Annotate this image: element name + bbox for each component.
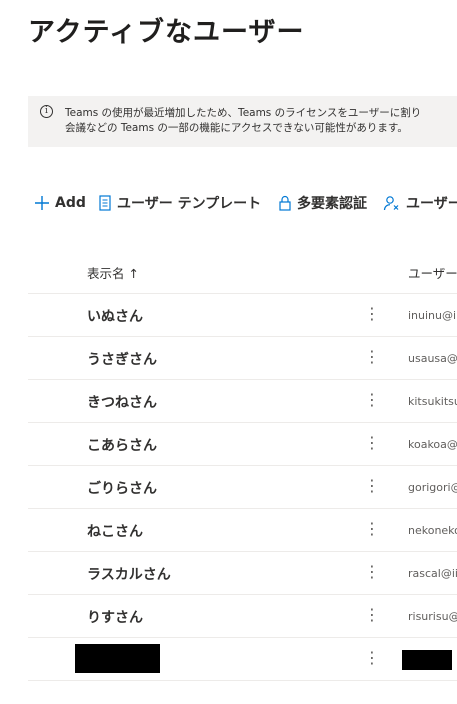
user-principal-name: kitsukitsu [408, 395, 457, 408]
column-header-display-name[interactable]: 表示名 ↑ [87, 263, 139, 282]
plus-icon [35, 196, 49, 210]
document-icon [99, 195, 111, 211]
more-options-icon[interactable]: ⋮ [364, 474, 380, 498]
user-principal-name: usausa@ [408, 352, 457, 365]
user-principal-name: koakoa@ [408, 438, 457, 451]
add-user-label: Add [55, 195, 86, 211]
table-body: いぬさん ⋮ inuinu@ii うさぎさん ⋮ usausa@ きつねさん ⋮ kitsuki… [28, 294, 457, 681]
user-display-name[interactable]: きつねさん [87, 392, 157, 412]
table-row[interactable]: こあらさん ⋮ koakoa@ [28, 423, 457, 466]
user-display-name[interactable]: うさぎさん [87, 349, 157, 369]
mfa-button[interactable]: 多要素認証 [278, 186, 367, 220]
table-row[interactable]: ねこさん ⋮ nekoneko [28, 509, 457, 552]
more-options-icon[interactable]: ⋮ [364, 517, 380, 541]
more-options-icon[interactable]: ⋮ [364, 388, 380, 412]
lock-icon [279, 195, 291, 211]
person-remove-icon [383, 196, 399, 211]
column-header-username[interactable]: ユーザー [408, 263, 457, 282]
table-row[interactable]: きつねさん ⋮ kitsukitsu [28, 380, 457, 423]
delete-user-label: ユーザー [406, 196, 457, 212]
banner-text-line1: Teams の使用が最近増加したため、Teams のライセンスをユーザーに割り [65, 107, 422, 119]
more-options-icon[interactable]: ⋮ [364, 431, 380, 455]
user-display-name[interactable]: いぬさん [87, 306, 143, 326]
mfa-label: 多要素認証 [297, 196, 367, 212]
user-display-name[interactable]: こあらさん [87, 435, 157, 455]
info-banner: i Teams の使用が最近増加したため、Teams のライセンスをユーザーに割… [28, 96, 457, 147]
user-display-name[interactable]: ねこさん [87, 521, 143, 541]
table-row[interactable]: りすさん ⋮ risurisu@ [28, 595, 457, 638]
table-row[interactable]: ⋮ [28, 638, 457, 681]
table-row[interactable]: ラスカルさん ⋮ rascal@ii [28, 552, 457, 595]
user-principal-name: inuinu@ii [408, 309, 457, 322]
user-principal-name: nekoneko [408, 524, 457, 537]
user-templates-button[interactable]: ユーザー テンプレート [98, 186, 261, 220]
user-principal-name: risurisu@ [408, 610, 457, 623]
more-options-icon[interactable]: ⋮ [364, 646, 380, 670]
command-bar: Add ユーザー テンプレート 多要素認証 ユーザー [28, 186, 457, 220]
info-icon: i [40, 105, 53, 118]
delete-user-button[interactable]: ユーザー [383, 186, 457, 220]
add-user-button[interactable]: Add [34, 186, 86, 220]
more-options-icon[interactable]: ⋮ [364, 345, 380, 369]
user-display-name[interactable]: りすさん [87, 607, 143, 627]
more-options-icon[interactable]: ⋮ [364, 603, 380, 627]
table-header: 表示名 ↑ ユーザー [28, 250, 457, 294]
table-row[interactable]: いぬさん ⋮ inuinu@ii [28, 294, 457, 337]
table-row[interactable]: うさぎさん ⋮ usausa@ [28, 337, 457, 380]
user-principal-name: rascal@ii [408, 567, 457, 580]
users-table: 表示名 ↑ ユーザー いぬさん ⋮ inuinu@ii うさぎさん ⋮ usausa@ きつ… [28, 250, 457, 681]
user-display-name[interactable]: ラスカルさん [87, 564, 171, 584]
user-principal-name: gorigori@ [408, 481, 457, 494]
user-templates-label: ユーザー テンプレート [117, 196, 262, 212]
user-display-name[interactable]: ごりらさん [87, 478, 157, 498]
redacted-name [75, 644, 160, 673]
table-row[interactable]: ごりらさん ⋮ gorigori@ [28, 466, 457, 509]
page-title: アクティブなユーザー [28, 17, 305, 48]
more-options-icon[interactable]: ⋮ [364, 302, 380, 326]
more-options-icon[interactable]: ⋮ [364, 560, 380, 584]
banner-text-line2: 会議などの Teams の一部の機能にアクセスできない可能性があります。 [65, 122, 408, 134]
redacted-username [402, 650, 452, 670]
